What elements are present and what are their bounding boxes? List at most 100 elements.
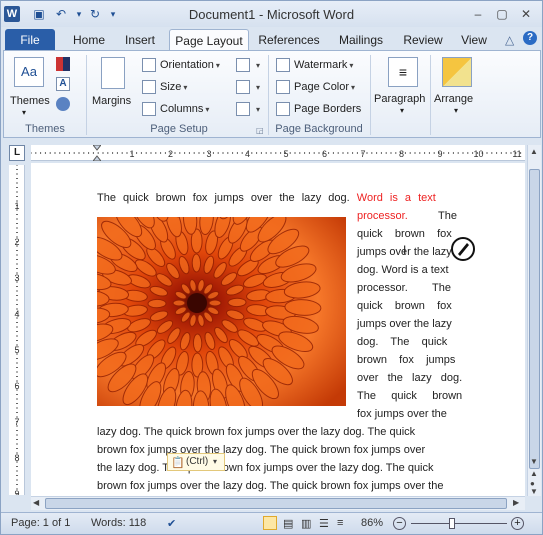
tab-home[interactable]: Home	[65, 29, 113, 51]
paste-options-label: (Ctrl)	[186, 456, 209, 467]
title-bar: W ▣ ↶ ▾ ↻ ▾ Document1 - Microsoft Word –…	[1, 1, 542, 27]
document-page[interactable]: The quick brown fox jumps over the lazy …	[31, 163, 525, 496]
paste-options-button[interactable]: 📋 (Ctrl) ▾	[167, 453, 225, 471]
petal	[147, 298, 167, 309]
web-layout-icon[interactable]: ▥	[301, 517, 311, 530]
vruler-label: 5	[14, 345, 19, 355]
page-borders-label: Page Borders	[294, 103, 362, 115]
petal	[227, 297, 247, 308]
ruler-ticks: 123456789101112	[31, 149, 522, 159]
proofing-icon[interactable]: ✔	[167, 517, 176, 530]
zoom-out-icon[interactable]: −	[393, 517, 406, 530]
tab-view[interactable]: View	[453, 29, 495, 51]
tab-references[interactable]: References	[253, 29, 325, 51]
orientation-button[interactable]: Orientation ▾	[142, 57, 220, 74]
previous-page-icon[interactable]: ▲	[530, 469, 538, 478]
columns-button[interactable]: Columns ▾	[142, 101, 209, 118]
zoom-slider-track[interactable]	[411, 518, 507, 529]
clipboard-icon: 📋	[171, 457, 185, 469]
scroll-up-icon[interactable]: ▲	[530, 147, 538, 156]
tab-review[interactable]: Review	[399, 29, 447, 51]
page-color-label: Page Color	[294, 81, 350, 93]
arrange-icon	[442, 57, 472, 87]
breaks-icon	[236, 58, 250, 73]
scroll-right-icon[interactable]: ▶	[513, 498, 519, 507]
outline-icon[interactable]: ☰	[319, 517, 329, 530]
size-button[interactable]: Size ▾	[142, 79, 187, 96]
vertical-ruler[interactable]: 1 2 3 4 5 6 7 8 9	[9, 165, 25, 495]
page-count[interactable]: Page: 1 of 1	[11, 517, 70, 529]
text-cursor-icon: I	[403, 243, 407, 257]
paragraph-dropdown-icon[interactable]: ▾	[400, 103, 404, 119]
red-text-run: Word is a text	[356, 192, 436, 204]
columns-icon	[142, 102, 156, 117]
vertical-scrollbar[interactable]: ▲ ▼ ▲ ● ▼	[527, 145, 541, 496]
vruler-label: 8	[14, 453, 19, 463]
themes-button[interactable]: Themes	[10, 93, 50, 109]
full-width-text: lazy dog. The quick brown fox jumps over…	[97, 423, 457, 495]
hyphenation-button[interactable]: ▾	[236, 101, 260, 118]
themes-group-label: Themes	[25, 123, 65, 135]
next-page-icon[interactable]: ▼	[530, 487, 538, 496]
horizontal-ruler[interactable]: 123456789101112	[31, 144, 525, 162]
text-line: The quick brown	[357, 390, 463, 402]
ribbon: Aa Themes ▾ A Themes Margins Orientation…	[3, 50, 541, 138]
print-layout-icon[interactable]	[263, 516, 277, 530]
group-separator	[370, 55, 371, 135]
breaks-button[interactable]: ▾	[236, 57, 260, 74]
page-setup-group-label: Page Setup	[150, 123, 208, 135]
page-borders-button[interactable]: Page Borders	[276, 101, 361, 117]
page-setup-launcher-icon[interactable]: ◲	[256, 126, 264, 135]
vertical-scroll-thumb[interactable]	[529, 169, 540, 469]
themes-dropdown-icon[interactable]: ▾	[22, 105, 26, 121]
text-line: lazy dog. The quick brown fox jumps over…	[97, 426, 416, 438]
scroll-left-icon[interactable]: ◀	[33, 498, 39, 507]
indent-marker-icon[interactable]	[91, 144, 103, 162]
minimize-button[interactable]: –	[467, 5, 489, 23]
help-icon[interactable]: ?	[523, 31, 537, 45]
petal	[191, 253, 202, 273]
theme-colors-icon[interactable]	[56, 57, 70, 71]
tab-file[interactable]: File	[5, 29, 55, 51]
line-numbers-button[interactable]: ▾	[236, 79, 260, 96]
vruler-ticks: 1 2 3 4 5 6 7 8 9	[14, 165, 20, 495]
tab-mailings[interactable]: Mailings	[331, 29, 391, 51]
hyphenation-icon	[236, 102, 250, 117]
watermark-button[interactable]: Watermark ▾	[276, 57, 353, 74]
zoom-in-icon[interactable]: +	[511, 517, 524, 530]
flower-image[interactable]	[97, 217, 346, 406]
word-count[interactable]: Words: 118	[91, 517, 146, 529]
collapse-ribbon-icon[interactable]: △	[505, 33, 514, 47]
page-color-button[interactable]: Page Color ▾	[276, 79, 355, 96]
tab-insert[interactable]: Insert	[115, 29, 165, 51]
margins-button[interactable]: Margins	[92, 93, 131, 109]
horizontal-scrollbar[interactable]: ◀ ▶	[31, 496, 525, 510]
page-background-group-label: Page Background	[275, 123, 363, 135]
tab-page-layout[interactable]: Page Layout	[169, 29, 249, 51]
full-screen-reading-icon[interactable]: ▤	[283, 517, 293, 530]
theme-effects-icon[interactable]	[56, 97, 70, 111]
scroll-down-icon[interactable]: ▼	[530, 457, 538, 466]
zoom-slider-thumb[interactable]	[449, 518, 456, 529]
vruler-label: 4	[14, 309, 19, 319]
arrange-dropdown-icon[interactable]: ▾	[454, 103, 458, 119]
paragraph-icon: ≡	[388, 57, 418, 87]
paragraph-line: The quick brown fox jumps over the lazy …	[97, 189, 463, 207]
text-line: over the lazy dog.	[357, 372, 463, 384]
text-line: brown fox jumps	[357, 354, 456, 366]
draft-icon[interactable]: ≡	[337, 517, 343, 529]
ruler-label: 3	[206, 149, 211, 159]
text-line: jumps over the lazy	[357, 246, 452, 258]
group-separator	[430, 55, 431, 135]
vruler-label: 3	[14, 273, 19, 283]
restore-button[interactable]: ▢	[491, 5, 513, 23]
window-title: Document1 - Microsoft Word	[188, 7, 355, 22]
ruler-label: 8	[399, 149, 404, 159]
horizontal-scroll-thumb[interactable]	[45, 498, 507, 509]
tab-selector-button[interactable]: L	[9, 145, 25, 161]
vruler-label: 2	[14, 237, 19, 247]
theme-fonts-icon[interactable]: A	[56, 77, 70, 91]
close-button[interactable]: ✕	[515, 5, 537, 23]
zoom-level[interactable]: 86%	[361, 517, 383, 529]
ruler-label: 5	[283, 149, 288, 159]
